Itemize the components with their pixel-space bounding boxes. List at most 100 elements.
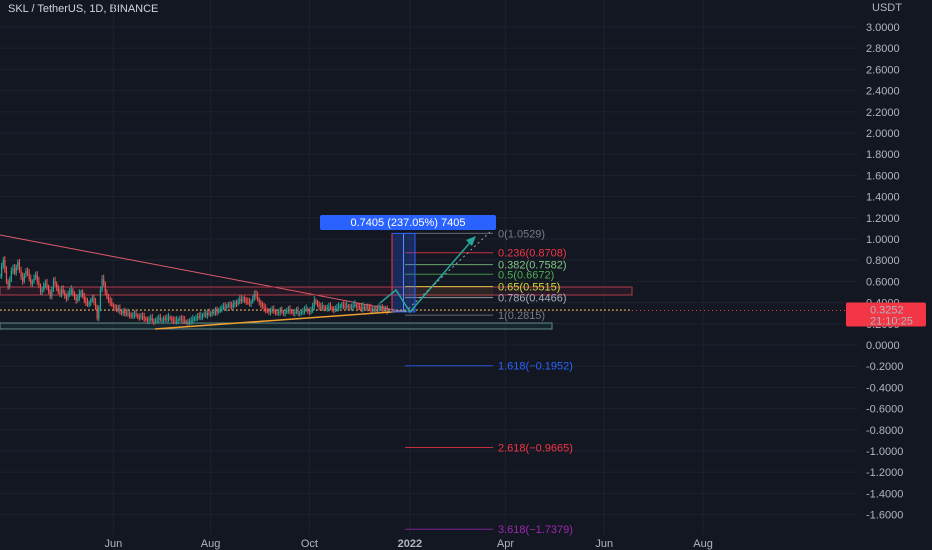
candle-body xyxy=(213,312,215,314)
chart-svg[interactable]: 0(1.0529)0.236(0.8708)0.382(0.7582)0.5(0… xyxy=(0,0,932,550)
candle-body xyxy=(357,305,359,307)
candle-body xyxy=(362,306,364,309)
candle-body xyxy=(302,311,304,313)
candle-body xyxy=(263,306,265,309)
candle-body xyxy=(39,285,42,292)
candle-body xyxy=(36,275,38,282)
candle-body xyxy=(138,316,140,318)
y-tick-label: -1.2000 xyxy=(866,467,903,479)
candle-body xyxy=(43,285,45,290)
candle-body xyxy=(179,318,181,320)
x-tick-label: Apr xyxy=(497,538,514,550)
y-tick-label: 2.6000 xyxy=(866,64,900,76)
candle-body xyxy=(292,312,294,314)
y-tick-label: 0.6000 xyxy=(866,276,900,288)
y-tick-label: 0.8000 xyxy=(866,255,900,267)
candle-body xyxy=(255,294,257,297)
candle-body xyxy=(203,314,205,316)
candle-body xyxy=(103,279,105,284)
candle-body xyxy=(326,307,328,309)
candle-body xyxy=(346,305,348,307)
candle-body xyxy=(86,302,89,305)
candle-body xyxy=(252,298,254,302)
candle-body xyxy=(177,319,179,321)
candle-body xyxy=(69,292,71,295)
candle-body xyxy=(260,302,262,305)
candle-body xyxy=(143,317,145,319)
fib-level-label: 0.5(0.6672) xyxy=(498,269,554,281)
candle-body xyxy=(38,281,40,286)
candle-body xyxy=(172,319,174,321)
candle-body xyxy=(370,308,372,311)
candle-body xyxy=(224,306,226,308)
candle-body xyxy=(133,314,136,316)
x-tick-label: 2022 xyxy=(398,538,422,550)
candle-body xyxy=(122,311,124,314)
candle-body xyxy=(52,281,55,290)
candle-body xyxy=(106,292,108,298)
candle-body xyxy=(182,319,184,321)
candle-body xyxy=(247,301,249,303)
candle-body xyxy=(328,306,330,308)
candle-body xyxy=(231,305,233,307)
candle-body xyxy=(320,306,322,308)
candle-body xyxy=(94,302,97,307)
candle-body xyxy=(190,320,192,322)
candle-body xyxy=(197,316,199,318)
candle-body xyxy=(192,319,194,321)
candle-body xyxy=(65,296,68,299)
candle-body xyxy=(72,289,74,295)
candle-body xyxy=(372,308,374,311)
candle-body xyxy=(15,266,17,273)
candle-body xyxy=(25,270,27,276)
candle-body xyxy=(185,321,187,323)
candle-body xyxy=(312,306,314,311)
candle-body xyxy=(132,315,134,317)
candle-body xyxy=(282,312,285,314)
y-tick-label: -0.2000 xyxy=(866,361,903,373)
candle-body xyxy=(219,308,221,311)
candle-body xyxy=(237,301,239,304)
candle-body xyxy=(316,302,319,305)
candle-body xyxy=(7,281,9,287)
candle-body xyxy=(41,289,43,292)
candle-body xyxy=(175,320,178,322)
candle-body xyxy=(276,312,278,314)
candle-body xyxy=(244,298,246,301)
candle-body xyxy=(299,313,301,315)
x-tick-label: Oct xyxy=(301,538,318,550)
candle-body xyxy=(75,297,77,301)
candle-body xyxy=(210,313,212,315)
candle-body xyxy=(150,318,152,320)
x-tick-label: Jun xyxy=(595,538,613,550)
candle-body xyxy=(124,311,126,314)
candle-body xyxy=(28,272,30,280)
candle-body xyxy=(188,321,191,323)
candle-body xyxy=(253,294,255,299)
candle-body xyxy=(261,304,264,307)
candle-body xyxy=(234,302,236,305)
candle-body xyxy=(88,302,90,305)
candle-body xyxy=(336,307,338,309)
candle-body xyxy=(101,279,103,290)
candle-body xyxy=(245,300,247,302)
candle-body xyxy=(91,298,93,301)
candle-body xyxy=(98,307,100,319)
candle-body xyxy=(295,311,298,313)
candle-body xyxy=(308,311,311,313)
candle-body xyxy=(289,310,291,312)
candle-body xyxy=(146,319,149,321)
candle-body xyxy=(30,279,32,284)
candle-body xyxy=(59,292,61,295)
candle-body xyxy=(354,304,356,306)
support-zone xyxy=(0,322,553,330)
candle-body xyxy=(56,283,58,288)
candle-body xyxy=(313,300,315,307)
y-tick-label: -1.4000 xyxy=(866,488,903,500)
y-tick-label: 3.0000 xyxy=(866,22,900,34)
candle-body xyxy=(67,294,69,299)
x-tick-label: Aug xyxy=(693,538,713,550)
candle-body xyxy=(307,308,309,312)
candle-body xyxy=(375,308,377,311)
candle-body xyxy=(156,319,158,321)
